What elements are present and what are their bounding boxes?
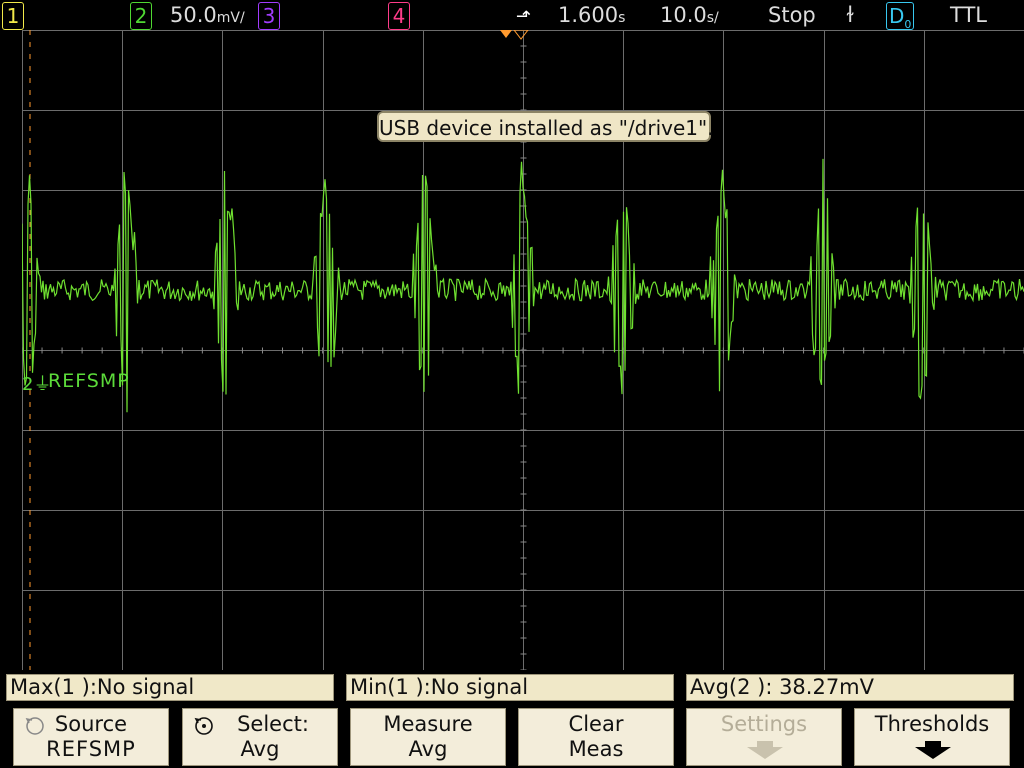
softkey-label: Select: (237, 712, 309, 736)
softkey-value: Avg (240, 737, 280, 761)
softkey-label: Thresholds (874, 712, 990, 736)
settings-softkey[interactable]: Settings (686, 708, 842, 766)
arrow-down-icon (915, 741, 951, 759)
softkey-label: Clear (568, 712, 624, 736)
softkey-label: Settings (720, 712, 808, 736)
waveform-display[interactable]: USB device installed as "/drive1". 2⏚ RE… (22, 30, 1024, 670)
source-softkey[interactable]: Source REFSMP (13, 708, 169, 766)
time-scale: 10.0s/ (660, 3, 719, 27)
channel-3-badge[interactable]: 3 (258, 2, 280, 30)
run-state: Stop (768, 3, 816, 27)
measure-softkey[interactable]: Measure Avg (350, 708, 506, 766)
softkey-value: Meas (568, 737, 624, 761)
thresholds-softkey[interactable]: Thresholds (854, 708, 1010, 766)
trigger-position-icon: ⬏ (516, 6, 532, 27)
channel-4-badge[interactable]: 4 (388, 2, 410, 30)
channel-1-badge[interactable]: 1 (2, 2, 24, 30)
softkey-label: Measure (383, 712, 473, 736)
trigger-marker-outline-icon (513, 30, 529, 40)
logic-threshold: TTL (950, 3, 987, 27)
trigger-marker-icon (500, 30, 512, 38)
channel-2-scale: 50.0mV/ (170, 3, 245, 27)
arrow-down-icon (747, 741, 783, 759)
trigger-slope-icon: ɫ (846, 3, 855, 27)
softkey-label: Source (54, 712, 128, 736)
softkey-value: Avg (408, 737, 448, 761)
select-softkey[interactable]: Select: Avg (182, 708, 338, 766)
channel-2-badge[interactable]: 2 (130, 2, 152, 30)
reference-waveform-label: REFSMP (48, 370, 130, 392)
digital-channel-badge[interactable]: D0 (886, 2, 915, 31)
softkey-value: REFSMP (46, 737, 136, 761)
measurement-max: Max(1 ):No signal (6, 674, 334, 701)
clear-meas-softkey[interactable]: Clear Meas (518, 708, 674, 766)
measurement-min: Min(1 ):No signal (346, 674, 674, 701)
trigger-time: 1.600s (558, 3, 626, 27)
usb-notification: USB device installed as "/drive1". (377, 111, 714, 142)
measurement-avg: Avg(2 ): 38.27mV (686, 674, 1014, 701)
status-bar: 1 2 50.0mV/ 3 4 ⬏ 1.600s 10.0s/ Stop ɫ D… (0, 0, 1024, 31)
